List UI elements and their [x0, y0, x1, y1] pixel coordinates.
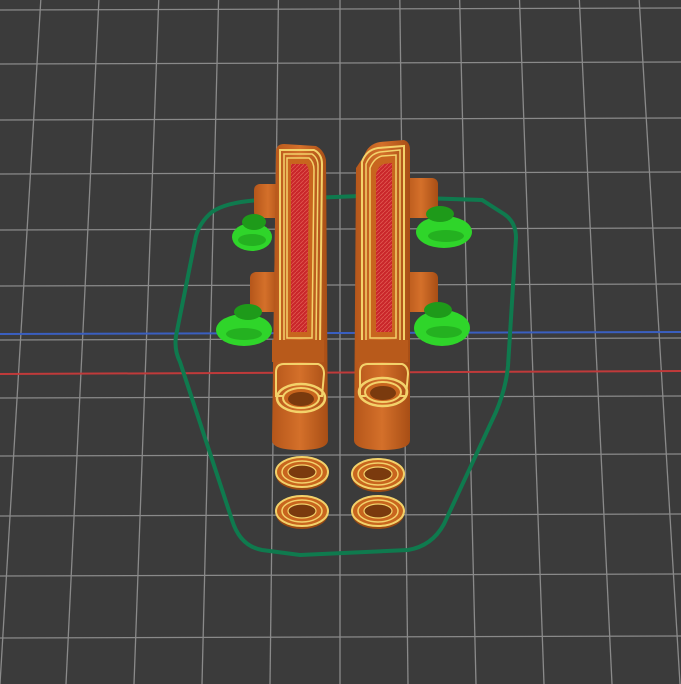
washer-4[interactable]: [351, 495, 405, 529]
3d-print-preview-viewport[interactable]: [0, 0, 681, 684]
washer-3[interactable]: [275, 495, 329, 529]
washer-2[interactable]: [351, 458, 405, 492]
washer-1[interactable]: [275, 456, 329, 490]
